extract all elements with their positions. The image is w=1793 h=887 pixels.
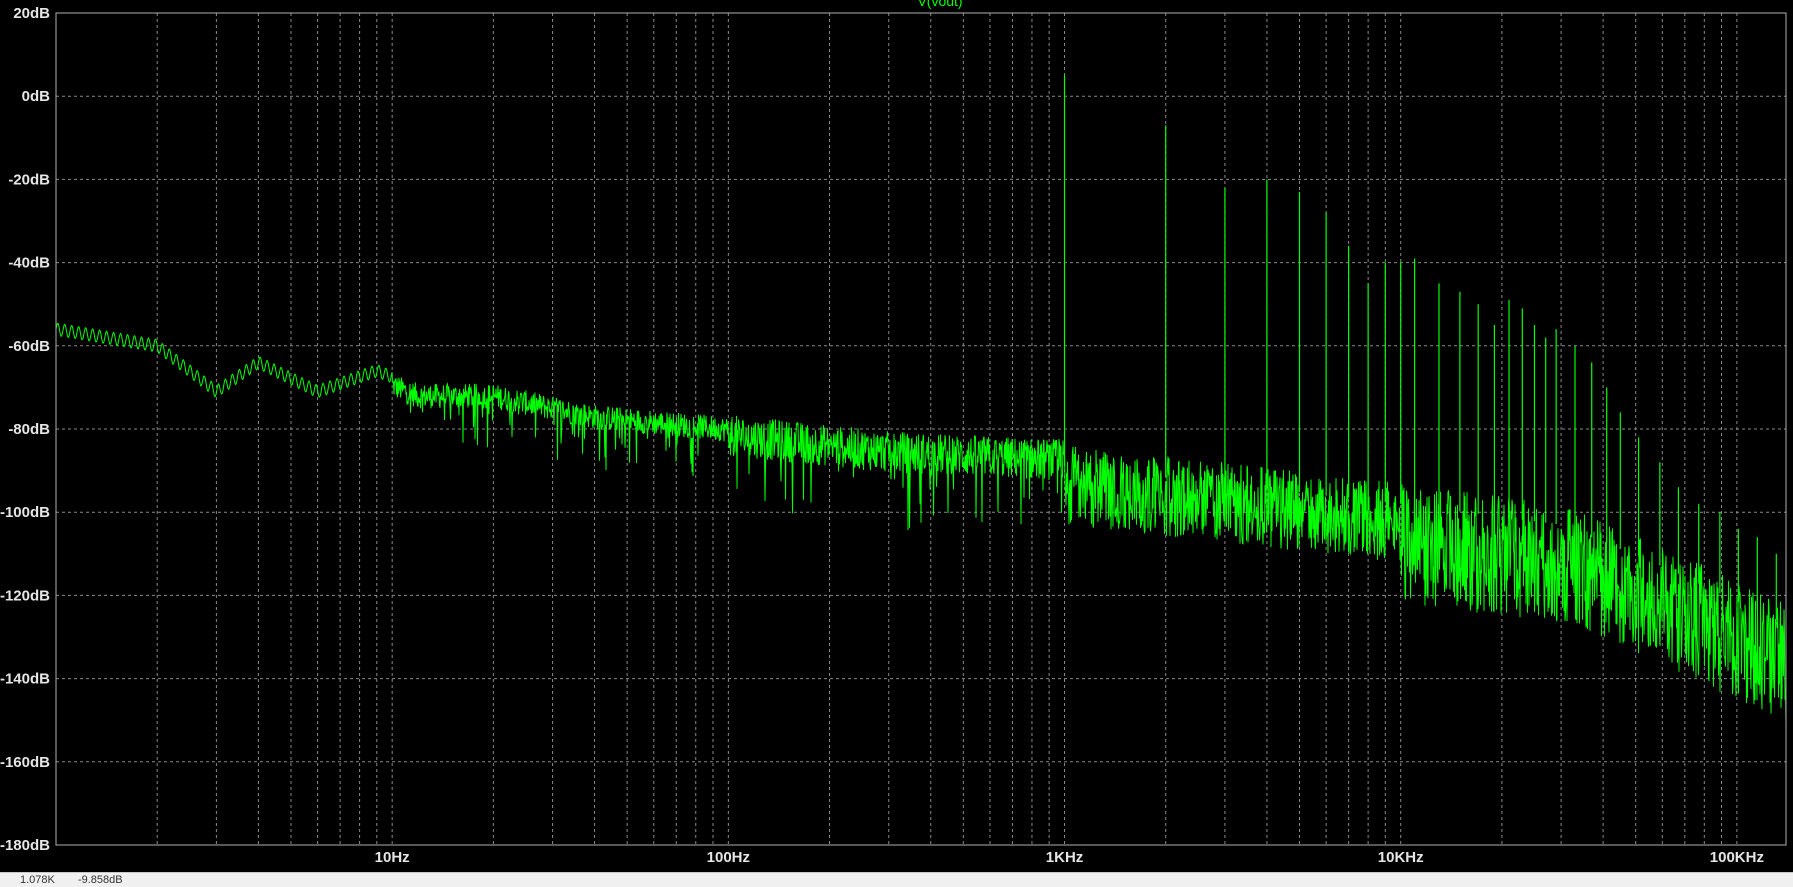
y-tick-label: 20dB: [13, 5, 50, 22]
x-tick-label: 10KHz: [1378, 849, 1424, 866]
y-tick-label: -120dB: [0, 587, 50, 604]
fft-plot[interactable]: 20dB 0dB -20dB -40dB -60dB -80dB -100dB -120dB -…: [0, 0, 1793, 872]
y-tick-label: -160dB: [0, 754, 50, 771]
status-bar: 1.078K -9.858dB: [0, 872, 1793, 887]
x-tick-label: 10Hz: [375, 849, 410, 866]
y-tick-label: 0dB: [22, 88, 51, 105]
x-tick-label: 1KHz: [1046, 849, 1084, 866]
y-tick-label: -40dB: [8, 255, 50, 272]
y-tick-label: -140dB: [0, 671, 50, 688]
x-tick-label: 100Hz: [707, 849, 750, 866]
y-tick-label: -100dB: [0, 504, 50, 521]
y-tick-label: -20dB: [8, 171, 50, 188]
trace-title[interactable]: V(vout): [917, 0, 962, 9]
cursor-magnitude: -9.858dB: [77, 874, 123, 886]
cursor-frequency: 1.078K: [20, 874, 55, 886]
y-tick-label: -80dB: [8, 421, 50, 438]
x-tick-label: 100KHz: [1710, 849, 1764, 866]
plot-area[interactable]: 20dB 0dB -20dB -40dB -60dB -80dB -100dB -120dB -…: [0, 0, 1793, 872]
y-tick-label: -60dB: [8, 338, 50, 355]
y-tick-label: -180dB: [0, 837, 50, 854]
plot-background: [0, 0, 1793, 872]
